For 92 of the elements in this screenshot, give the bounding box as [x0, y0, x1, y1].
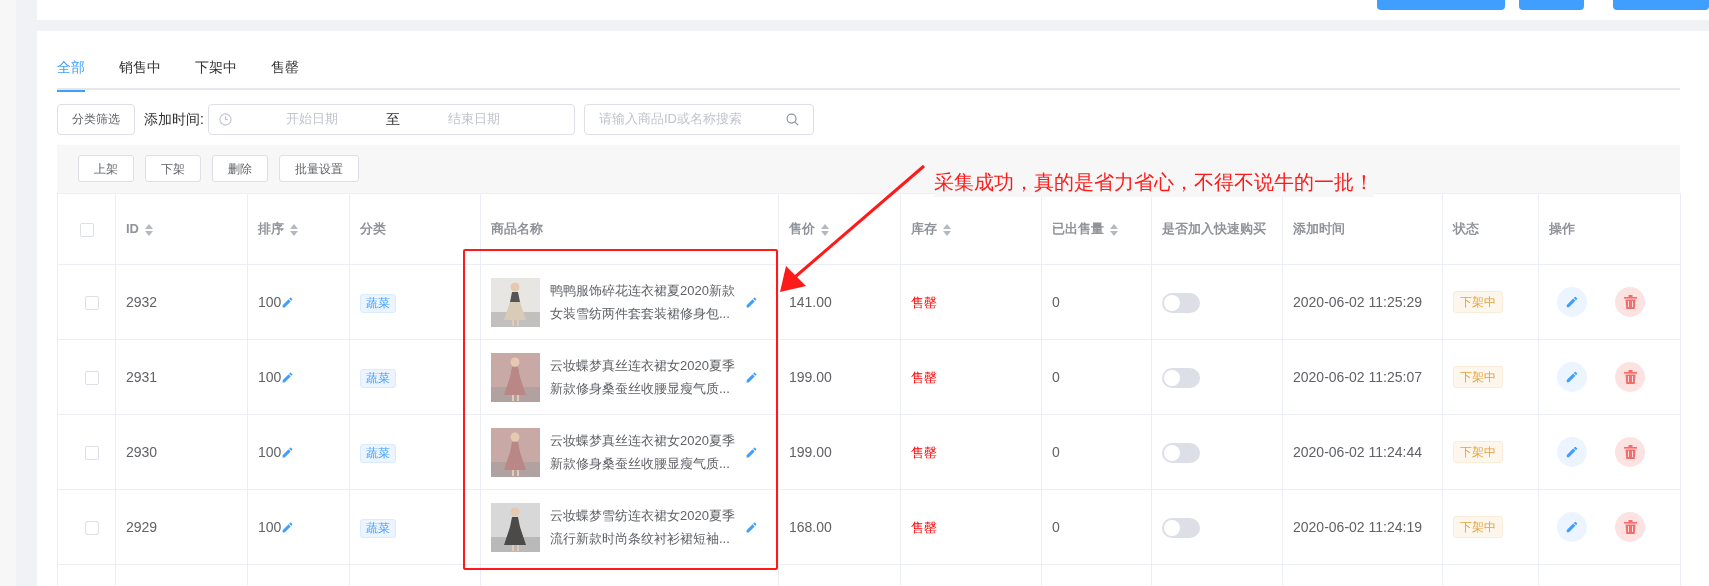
- pencil-icon[interactable]: [281, 446, 295, 460]
- checkbox[interactable]: [79, 222, 94, 237]
- table-cell: 2020-06-02 11:25:07: [1293, 368, 1422, 385]
- trash-icon: [1623, 295, 1637, 309]
- tab[interactable]: 下架中: [195, 55, 237, 92]
- table-cell: 2020-06-02 11:24:44: [1293, 443, 1422, 460]
- pencil-icon[interactable]: [745, 520, 758, 534]
- table-cell: 2020-06-02 11:24:19: [1293, 518, 1422, 535]
- status-tag: 下架中: [1453, 366, 1503, 388]
- column-header: 操作: [1549, 221, 1575, 236]
- column-header: 状态: [1453, 221, 1479, 236]
- table-cell: 2932: [126, 293, 158, 310]
- pencil-icon[interactable]: [745, 370, 758, 384]
- edit-button[interactable]: [1557, 362, 1587, 392]
- product-name: 云妆蝶梦真丝连衣裙女2020夏季新款修身桑蚕丝收腰显瘦气质...: [550, 357, 735, 398]
- sort-value: 100: [258, 443, 282, 460]
- table-cell: 199.00: [789, 368, 832, 385]
- toolbar-button[interactable]: 下架: [145, 155, 201, 182]
- table-cell: 2931: [126, 368, 158, 385]
- pencil-icon: [1565, 295, 1579, 309]
- status-tag: 下架中: [1453, 291, 1503, 313]
- table-cell: 2020-06-02 11:25:29: [1293, 293, 1422, 310]
- delete-button[interactable]: [1615, 362, 1645, 392]
- range-separator: 至: [384, 109, 401, 129]
- category-filter-button[interactable]: 分类筛选: [57, 103, 135, 135]
- search-field[interactable]: 请输入商品ID或名称搜索: [583, 103, 814, 135]
- product-name: 云妆蝶梦真丝连衣裙女2020夏季新款修身桑蚕丝收腰显瘦气质...: [550, 432, 735, 473]
- product-name: 云妆蝶梦雪纺连衣裙女2020夏季流行新款时尚条纹衬衫裙短袖...: [550, 507, 735, 548]
- sort-value: 100: [258, 518, 282, 535]
- stock-status: 售罄: [911, 444, 937, 460]
- table-cell: 2930: [126, 443, 158, 460]
- table-cell: 0: [1052, 368, 1060, 385]
- start-date-input[interactable]: 开始日期: [241, 109, 382, 129]
- tab[interactable]: 售罄: [271, 55, 299, 92]
- edit-button[interactable]: [1557, 287, 1587, 317]
- delete-button[interactable]: [1615, 512, 1645, 542]
- product-name: 鸭鸭服饰碎花连衣裙夏2020新款女装雪纺两件套套装裙修身包...: [550, 282, 735, 323]
- status-tag: 下架中: [1453, 516, 1503, 538]
- end-date-input[interactable]: 结束日期: [403, 109, 544, 129]
- table-cell: 2929: [126, 518, 158, 535]
- pencil-icon[interactable]: [281, 371, 295, 385]
- checkbox[interactable]: [84, 520, 99, 535]
- trash-icon: [1623, 520, 1637, 534]
- table-cell: 0: [1052, 518, 1060, 535]
- category-tag: 蔬菜: [360, 368, 396, 388]
- status-tag: 下架中: [1453, 441, 1503, 463]
- edit-button[interactable]: [1557, 512, 1587, 542]
- sort-value: 100: [258, 293, 282, 310]
- category-tag: 蔬菜: [360, 443, 396, 463]
- date-range-field[interactable]: 开始日期 至 结束日期: [207, 103, 575, 135]
- checkbox[interactable]: [84, 370, 99, 385]
- table-cell: 141.00: [789, 293, 832, 310]
- column-header: 是否加入快速购买: [1162, 221, 1266, 236]
- checkbox[interactable]: [84, 445, 99, 460]
- checkbox[interactable]: [84, 295, 99, 310]
- pencil-icon[interactable]: [745, 445, 758, 459]
- pencil-icon[interactable]: [745, 295, 758, 309]
- pencil-icon[interactable]: [281, 521, 295, 535]
- pencil-icon: [1565, 520, 1579, 534]
- column-header: 商品名称: [491, 221, 543, 236]
- trash-icon: [1623, 370, 1637, 384]
- search-input[interactable]: 请输入商品ID或名称搜索: [598, 109, 786, 129]
- stock-status: 售罄: [911, 369, 937, 385]
- edit-button[interactable]: [1557, 437, 1587, 467]
- toggle-switch[interactable]: [1162, 367, 1200, 388]
- toggle-switch[interactable]: [1162, 517, 1200, 538]
- stock-status: 售罄: [911, 294, 937, 310]
- pencil-icon[interactable]: [281, 296, 295, 310]
- category-tag: 蔬菜: [360, 293, 396, 313]
- table-cell: 199.00: [789, 443, 832, 460]
- category-tag: 蔬菜: [360, 518, 396, 538]
- toggle-switch[interactable]: [1162, 442, 1200, 463]
- table-cell: 168.00: [789, 518, 832, 535]
- column-header: 分类: [360, 221, 386, 236]
- column-header: 添加时间: [1293, 221, 1345, 236]
- toolbar-button[interactable]: 删除: [212, 155, 268, 182]
- table-cell: 0: [1052, 443, 1060, 460]
- pencil-icon: [1565, 370, 1579, 384]
- sort-value: 100: [258, 368, 282, 385]
- clock-icon: [218, 112, 232, 126]
- tab[interactable]: 销售中: [119, 55, 161, 92]
- toolbar-button[interactable]: 批量设置: [279, 155, 359, 182]
- toolbar-button[interactable]: 上架: [78, 155, 134, 182]
- table-cell: 0: [1052, 293, 1060, 310]
- date-label: 添加时间:: [144, 109, 204, 129]
- search-icon: [785, 112, 799, 126]
- pencil-icon: [1565, 445, 1579, 459]
- toggle-switch[interactable]: [1162, 292, 1200, 313]
- delete-button[interactable]: [1615, 287, 1645, 317]
- trash-icon: [1623, 445, 1637, 459]
- delete-button[interactable]: [1615, 437, 1645, 467]
- stock-status: 售罄: [911, 519, 937, 535]
